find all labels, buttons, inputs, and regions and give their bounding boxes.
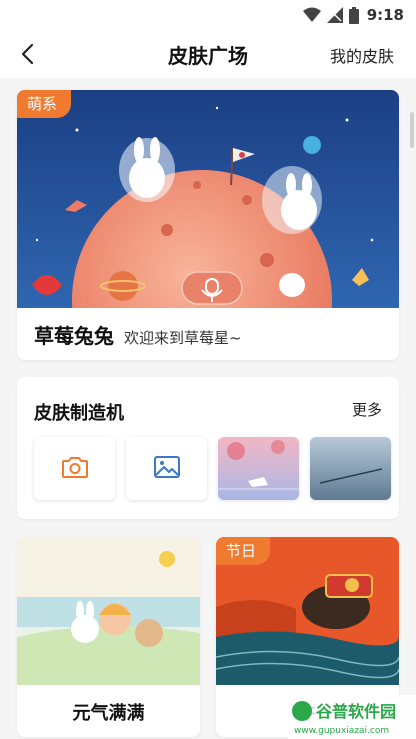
status-time: 9:18 (366, 6, 404, 24)
site-watermark-logo: 谷普软件园 www.gupuxiazai.com (288, 695, 416, 739)
page-title: 皮肤广场 (168, 43, 248, 68)
gallery-skin-button[interactable] (126, 437, 207, 500)
back-arrow-icon[interactable] (16, 41, 42, 67)
scrollbar[interactable] (410, 112, 414, 148)
status-bar: 9:18 (0, 0, 416, 30)
main-content: 萌系 草莓兔兔 欢迎来到草莓星~ 皮肤制造机 更多 元气满满 节日 (0, 78, 416, 739)
skin-maker-more-link[interactable]: 更多 (352, 399, 382, 420)
my-skin-link[interactable]: 我的皮肤 (330, 43, 394, 67)
skin-thumbnail-lake-pier[interactable] (310, 437, 391, 500)
svg-text:谷普软件园: 谷普软件园 (316, 702, 396, 721)
skin-thumbnail-pink-deer[interactable] (218, 437, 299, 500)
wifi-icon (302, 7, 321, 23)
camera-skin-button[interactable] (34, 437, 115, 500)
battery-icon (348, 6, 359, 24)
skin-card-tag: 节日 (216, 537, 271, 565)
signal-icon (326, 7, 343, 23)
skin-card-yuanqi[interactable]: 元气满满 (17, 537, 200, 737)
pink-deer-thumbnail (218, 437, 299, 500)
skin-maker-section: 皮肤制造机 更多 (17, 377, 399, 519)
featured-skin-caption: 草莓兔兔 欢迎来到草莓星~ (34, 320, 242, 349)
skin-maker-title: 皮肤制造机 (34, 403, 124, 424)
featured-skin-card[interactable]: 萌系 草莓兔兔 欢迎来到草莓星~ (17, 90, 399, 360)
lake-pier-thumbnail (310, 437, 391, 500)
featured-skin-name: 草莓兔兔 (34, 324, 114, 348)
svg-text:www.gupuxiazai.com: www.gupuxiazai.com (294, 726, 389, 736)
top-bar: 皮肤广场 我的皮肤 (0, 30, 416, 78)
yuanqi-skin-artwork (17, 537, 200, 685)
featured-skin-tag: 萌系 (17, 90, 72, 118)
skin-card-name: 元气满满 (72, 703, 145, 724)
camera-icon (61, 455, 89, 483)
featured-skin-artwork (17, 90, 399, 308)
featured-skin-description: 欢迎来到草莓星~ (124, 329, 242, 347)
image-gallery-icon (153, 455, 181, 483)
